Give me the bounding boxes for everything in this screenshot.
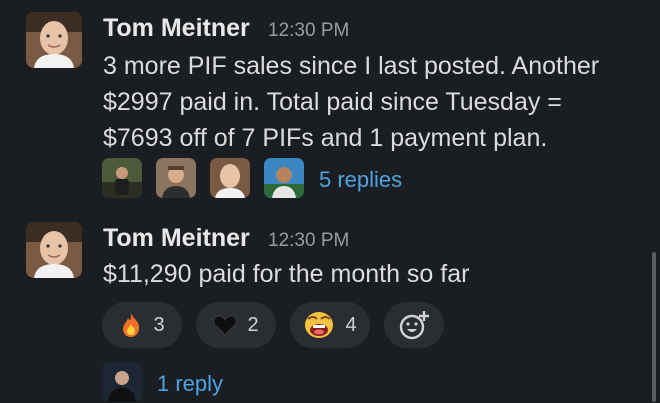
- add-emoji-icon: [398, 310, 430, 340]
- reaction-count: 2: [247, 313, 259, 336]
- excited-face-icon: [303, 310, 335, 340]
- reply-avatar[interactable]: [102, 158, 142, 198]
- reaction-excited-face[interactable]: 4: [290, 302, 370, 348]
- avatar[interactable]: [26, 222, 82, 278]
- author-name[interactable]: Tom Meitner: [103, 224, 250, 253]
- message-line: $7693 off of 7 PIFs and 1 payment plan.: [103, 124, 548, 152]
- message-line: 3 more PIF sales since I last posted. An…: [103, 52, 600, 80]
- thread-replies-link[interactable]: 1 reply: [157, 371, 223, 397]
- reply-avatar[interactable]: [264, 158, 304, 198]
- reply-avatar[interactable]: [102, 362, 142, 402]
- message: Tom Meitner 12:30 PM $11,290 paid for th…: [0, 210, 660, 403]
- reply-avatar[interactable]: [210, 158, 250, 198]
- reaction-count: 3: [153, 313, 165, 336]
- reaction-count: 4: [345, 313, 357, 336]
- reply-avatar[interactable]: [156, 158, 196, 198]
- add-reaction-button[interactable]: [384, 302, 444, 348]
- message: Tom Meitner 12:30 PM 3 more PIF sales si…: [0, 0, 660, 210]
- reaction-black-heart[interactable]: 2: [196, 302, 276, 348]
- scrollbar[interactable]: [652, 252, 656, 402]
- author-name[interactable]: Tom Meitner: [103, 14, 250, 43]
- thread-replies-link[interactable]: 5 replies: [319, 167, 402, 193]
- avatar[interactable]: [26, 12, 82, 68]
- message-line: $2997 paid in. Total paid since Tuesday …: [103, 88, 562, 116]
- timestamp[interactable]: 12:30 PM: [268, 20, 349, 42]
- black-heart-icon: [213, 314, 238, 336]
- fire-icon: [119, 312, 143, 338]
- message-line: $11,290 paid for the month so far: [103, 260, 470, 288]
- reaction-fire[interactable]: 3: [102, 302, 182, 348]
- timestamp[interactable]: 12:30 PM: [268, 230, 349, 252]
